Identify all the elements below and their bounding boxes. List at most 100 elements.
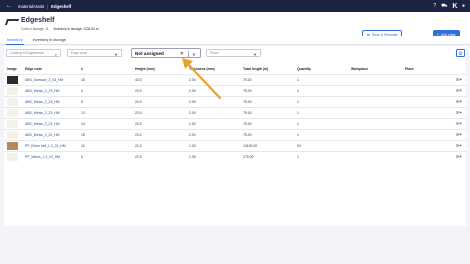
table-row[interactable]: ABS_Schwarz_2_43_HM 18 43.0 2.00 75.00 1… xyxy=(4,73,466,86)
height-cell: 23.0 xyxy=(132,84,186,97)
edge-code-cell[interactable]: ABS_Schwarz_2_43_HM xyxy=(22,73,78,86)
number-cell: 2 xyxy=(78,84,132,97)
quantity-cell: 1 xyxy=(294,73,348,86)
quantity-cell: 1 xyxy=(294,151,348,163)
place-filter[interactable]: Place ▼ xyxy=(206,49,261,57)
edge-code-cell[interactable]: ABS_Weiss_2_23_HM xyxy=(22,84,78,97)
playlist-add-icon[interactable]: ≡+ xyxy=(446,128,466,141)
image-cell xyxy=(4,140,22,152)
col-total-length[interactable]: Total length (m) xyxy=(240,64,294,74)
image-cell xyxy=(4,95,22,108)
table-row[interactable]: PP_Weiss_1.3_22_HM 6 22.0 1.30 175.00 1 … xyxy=(4,151,466,163)
breadcrumb-page: Edgeshelf xyxy=(51,3,72,9)
place-placeholder: Place xyxy=(210,51,219,55)
workplace-cell xyxy=(348,73,402,86)
height-cell: 22.0 xyxy=(132,151,186,163)
playlist-add-icon[interactable]: ≡+ xyxy=(446,151,466,163)
assignment-value: Not assigned xyxy=(135,50,164,56)
thickness-cell: 2.00 xyxy=(186,128,240,141)
edge-code-cell[interactable]: ABS_Weiss_2_23_HM xyxy=(22,95,78,108)
thickness-cell: 2.00 xyxy=(186,106,240,119)
edge-code-cell[interactable]: ABS_Weiss_2_23_HM xyxy=(22,106,78,119)
edge-code-cell[interactable]: PP_Weiss_1.3_22_HM xyxy=(22,151,78,163)
edge-code-cell[interactable]: ABS_Weiss_2_23_HM xyxy=(22,117,78,130)
filter-icon: ▼ xyxy=(253,51,257,57)
length-cell: 175.00 xyxy=(240,151,294,163)
col-number[interactable]: # xyxy=(78,64,132,74)
brand-name: materialAssist xyxy=(18,3,45,9)
assignment-filter[interactable]: Not assigned ✕ ▼ xyxy=(131,48,201,58)
search-input[interactable]: Looking in Edgebands ⌕ xyxy=(6,49,61,57)
playlist-add-icon[interactable]: ≡+ xyxy=(446,140,466,152)
height-cell: 23.0 xyxy=(132,128,186,141)
filter-icon: ▼ xyxy=(192,51,196,57)
length-cell: 75.00 xyxy=(240,106,294,119)
image-cell xyxy=(4,73,22,86)
place-cell xyxy=(402,117,446,130)
tab-inventory[interactable]: Inventory xyxy=(6,36,24,45)
quantity-cell: 1 xyxy=(294,84,348,97)
edge-code-filter[interactable]: Edge code ▼ xyxy=(67,49,122,57)
top-bar: ← materialAssist | Edgeshelf ? ⛟ K ● xyxy=(0,0,470,12)
thickness-cell: 2.00 xyxy=(186,117,240,130)
col-actions xyxy=(446,64,466,74)
length-cell: 75.00 xyxy=(240,95,294,108)
table-row[interactable]: ABS_Weiss_2_23_HM 5 23.0 2.00 75.00 1 ≡+ xyxy=(4,95,466,108)
close-icon[interactable]: ✕ xyxy=(180,51,184,57)
thickness-cell: 1.30 xyxy=(186,151,240,163)
length-cell: 75.00 xyxy=(240,73,294,86)
playlist-add-icon[interactable]: ≡+ xyxy=(446,84,466,97)
place-cell xyxy=(402,140,446,152)
edge-swatch xyxy=(7,142,18,151)
back-arrow-icon[interactable]: ← xyxy=(6,0,14,12)
user-icon[interactable]: ● xyxy=(462,3,465,9)
edge-code-cell[interactable]: PP_Eiche hell_1.3_22_HM xyxy=(22,140,78,152)
thickness-cell: 2.00 xyxy=(186,84,240,97)
page-title: Edgeshelf xyxy=(21,17,55,24)
top-bar-actions: ? ⛟ K ● xyxy=(433,0,465,12)
table-row[interactable]: ABS_Weiss_2_23_HM 2 23.0 2.00 75.00 1 ≡+ xyxy=(4,84,466,97)
place-cell xyxy=(402,151,446,163)
number-cell: 14 xyxy=(78,117,132,130)
table-row[interactable]: PP_Eiche hell_1.3_22_HM 10 22.0 1.30 141… xyxy=(4,140,466,152)
playlist-add-icon[interactable]: ≡+ xyxy=(446,73,466,86)
table-row[interactable]: ABS_Weiss_2_23_HM 14 23.0 2.00 75.00 1 ≡… xyxy=(4,117,466,130)
col-edge-code[interactable]: Edge code xyxy=(22,64,78,74)
place-cell xyxy=(402,73,446,86)
col-quantity[interactable]: Quantity xyxy=(294,64,348,74)
edge-code-cell[interactable]: ABS_Weiss_2_23_HM xyxy=(22,128,78,141)
quantity-cell: 1 xyxy=(294,128,348,141)
header-info: Code in storage: 11 Inventory in storage… xyxy=(21,27,98,31)
col-workplace[interactable]: Workplace xyxy=(348,64,402,74)
image-cell xyxy=(4,84,22,97)
filter-icon: ▼ xyxy=(114,51,118,57)
table-row[interactable]: ABS_Weiss_2_23_HM 13 23.0 2.00 75.00 1 ≡… xyxy=(4,106,466,119)
number-cell: 15 xyxy=(78,128,132,141)
workplace-cell xyxy=(348,117,402,130)
col-place[interactable]: Place xyxy=(402,64,446,74)
cart-icon[interactable]: ⛟ xyxy=(441,3,447,10)
workplace-cell xyxy=(348,140,402,152)
edge-swatch xyxy=(7,119,18,128)
playlist-add-icon[interactable]: ≡+ xyxy=(446,95,466,108)
inventory-summary: Inventory in storage: 1234.50 m xyxy=(53,27,99,31)
quantity-cell: 1 xyxy=(294,117,348,130)
edge-swatch xyxy=(7,86,18,95)
table-row[interactable]: ABS_Weiss_2_23_HM 15 23.0 2.00 75.00 1 ≡… xyxy=(4,128,466,141)
help-icon[interactable]: ? xyxy=(433,3,436,9)
workplace-cell xyxy=(348,106,402,119)
playlist-add-icon[interactable]: ≡+ xyxy=(446,117,466,130)
settings-gear-icon[interactable]: ⚙ xyxy=(456,49,465,57)
col-thickness[interactable]: Thickness (mm) xyxy=(186,64,240,74)
col-image[interactable]: Image xyxy=(4,64,22,74)
number-cell: 6 xyxy=(78,151,132,163)
playlist-add-icon[interactable]: ≡+ xyxy=(446,106,466,119)
col-height[interactable]: Height (mm) xyxy=(132,64,186,74)
tab-inventory-in-storage[interactable]: Inventory in storage xyxy=(32,36,67,45)
edgeshelf-icon xyxy=(4,19,20,25)
image-cell xyxy=(4,151,22,163)
place-cell xyxy=(402,128,446,141)
tab-bar: Inventory Inventory in storage xyxy=(0,36,470,45)
height-cell: 23.0 xyxy=(132,106,186,119)
filter-divider xyxy=(187,51,188,57)
